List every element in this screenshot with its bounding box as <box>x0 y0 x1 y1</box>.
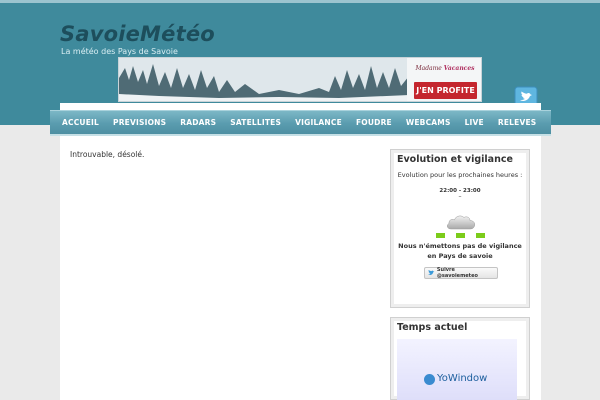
vigilance-widget: Evolution et vigilance Evolution pour le… <box>390 149 530 308</box>
weather-widget: Temps actuel YoWindow <box>390 317 530 400</box>
banner-forest-image <box>119 58 409 101</box>
yowindow-widget[interactable]: YoWindow <box>397 339 517 400</box>
vigilance-level-bars <box>436 233 486 238</box>
banner-ad[interactable]: Madame Vacances J'EN PROFITE <box>118 57 482 102</box>
site-title[interactable]: SavoieMétéo <box>60 22 215 46</box>
nav-item-foudre[interactable]: FOUDRE <box>356 118 392 127</box>
nav-item-live[interactable]: LIVE <box>465 118 484 127</box>
banner-promo: Madame Vacances J'EN PROFITE <box>407 58 481 101</box>
nav-item-previsions[interactable]: PREVISIONS <box>113 118 166 127</box>
banner-brand: Madame Vacances <box>415 65 475 72</box>
nav-item-accueil[interactable]: ACCUEIL <box>62 118 99 127</box>
yowindow-label: YoWindow <box>437 373 488 384</box>
twitter-follow-label: Suivre @savoiemeteo <box>436 267 478 279</box>
vigilance-widget-title: Evolution et vigilance <box>397 154 513 165</box>
vigilance-level-bar <box>436 233 445 238</box>
vigilance-level-bar <box>456 233 465 238</box>
vigilance-widget-subtitle: Evolution pour les prochaines heures : <box>397 171 523 179</box>
twitter-follow-button[interactable]: Suivre @savoiemeteo <box>424 267 498 279</box>
forecast-dash: – <box>458 193 462 200</box>
main-nav: ACCUEIL PREVISIONS RADARS SATELLITES VIG… <box>50 110 551 136</box>
nav-item-satellites[interactable]: SATELLITES <box>230 118 281 127</box>
weather-widget-title: Temps actuel <box>397 322 468 333</box>
twitter-bird-icon <box>428 270 435 275</box>
banner-cta-button[interactable]: J'EN PROFITE <box>414 82 477 99</box>
nav-item-releves[interactable]: RELEVES <box>498 118 537 127</box>
nav-item-radars[interactable]: RADARS <box>180 118 216 127</box>
vigilance-level-bar <box>476 233 485 238</box>
yowindow-logo-icon <box>424 374 435 385</box>
nav-item-vigilance[interactable]: VIGILANCE <box>295 118 342 127</box>
vigilance-message: Nous n'émettons pas de vigilance en Pays… <box>398 242 522 260</box>
cloud-icon <box>447 215 476 230</box>
site-tagline: La météo des Pays de Savoie <box>61 47 178 56</box>
not-found-message: Introuvable, désolé. <box>70 150 145 159</box>
nav-item-webcams[interactable]: WEBCAMS <box>406 118 451 127</box>
